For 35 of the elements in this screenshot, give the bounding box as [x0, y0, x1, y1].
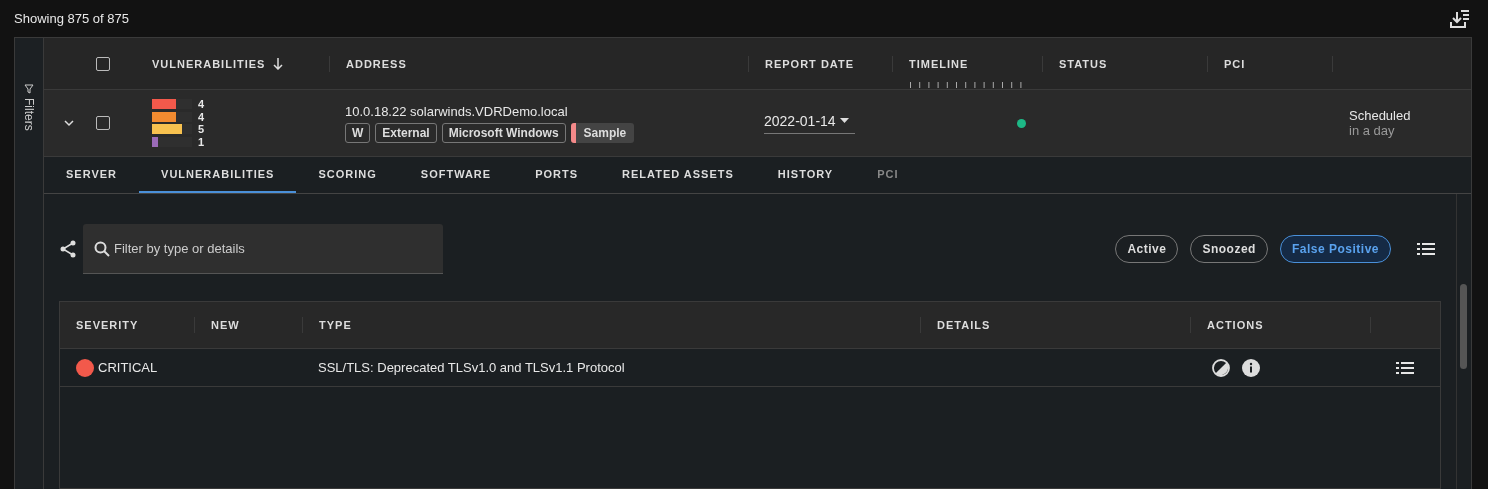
column-header: STATUS: [1042, 55, 1207, 72]
detail-tab[interactable]: SCORING: [296, 157, 399, 193]
asset-tag: Microsoft Windows: [441, 122, 566, 143]
column-header: NEW: [194, 317, 302, 333]
vulnerability-type: SSL/TLS: Deprecated TLSv1.0 and TLSv1.1 Protocol: [317, 360, 626, 375]
severity-count: 5: [198, 123, 205, 136]
detail-tab[interactable]: RELATED ASSETS: [600, 157, 756, 193]
detail-tab[interactable]: HISTORY: [755, 157, 856, 193]
severity-count: 1: [198, 135, 205, 148]
severity-count: 4: [198, 98, 205, 111]
column-header: DETAILS: [920, 317, 1190, 333]
column-header: REPORT DATE: [748, 55, 892, 72]
column-header: ADDRESS: [329, 55, 748, 72]
severity-label: CRITICAL: [98, 360, 158, 375]
column-header: TYPE: [302, 317, 920, 333]
filters-tab[interactable]: Filters: [22, 98, 36, 131]
severity-count: 4: [198, 110, 205, 123]
column-header: TIMELINE: [892, 55, 1042, 72]
filter-chip[interactable]: False Positive: [1279, 235, 1391, 263]
detail-tab[interactable]: SERVER: [44, 157, 140, 193]
detail-tab[interactable]: SOFTWARE: [398, 157, 514, 193]
column-header: ACTIONS: [1190, 317, 1370, 333]
asset-tag: External: [375, 122, 437, 143]
search-field[interactable]: Filter by type or details: [83, 224, 443, 274]
column-header: SEVERITY: [75, 318, 140, 333]
column-header[interactable]: VULNERABILITIES: [137, 55, 329, 72]
schedule-note: in a day: [1349, 123, 1396, 138]
results-count: Showing 875 of 875: [14, 11, 129, 26]
column-header: PCI: [1207, 55, 1332, 72]
asset-address: 10.0.18.22 solarwinds.VDRDemo.local: [345, 103, 569, 119]
detail-tab[interactable]: PORTS: [513, 157, 601, 193]
asset-tag: Sample: [570, 122, 635, 143]
asset-tag: W: [345, 122, 371, 143]
report-date-dropdown[interactable]: 2022-01-14: [764, 112, 855, 134]
schedule-status: Scheduled: [1349, 108, 1412, 123]
